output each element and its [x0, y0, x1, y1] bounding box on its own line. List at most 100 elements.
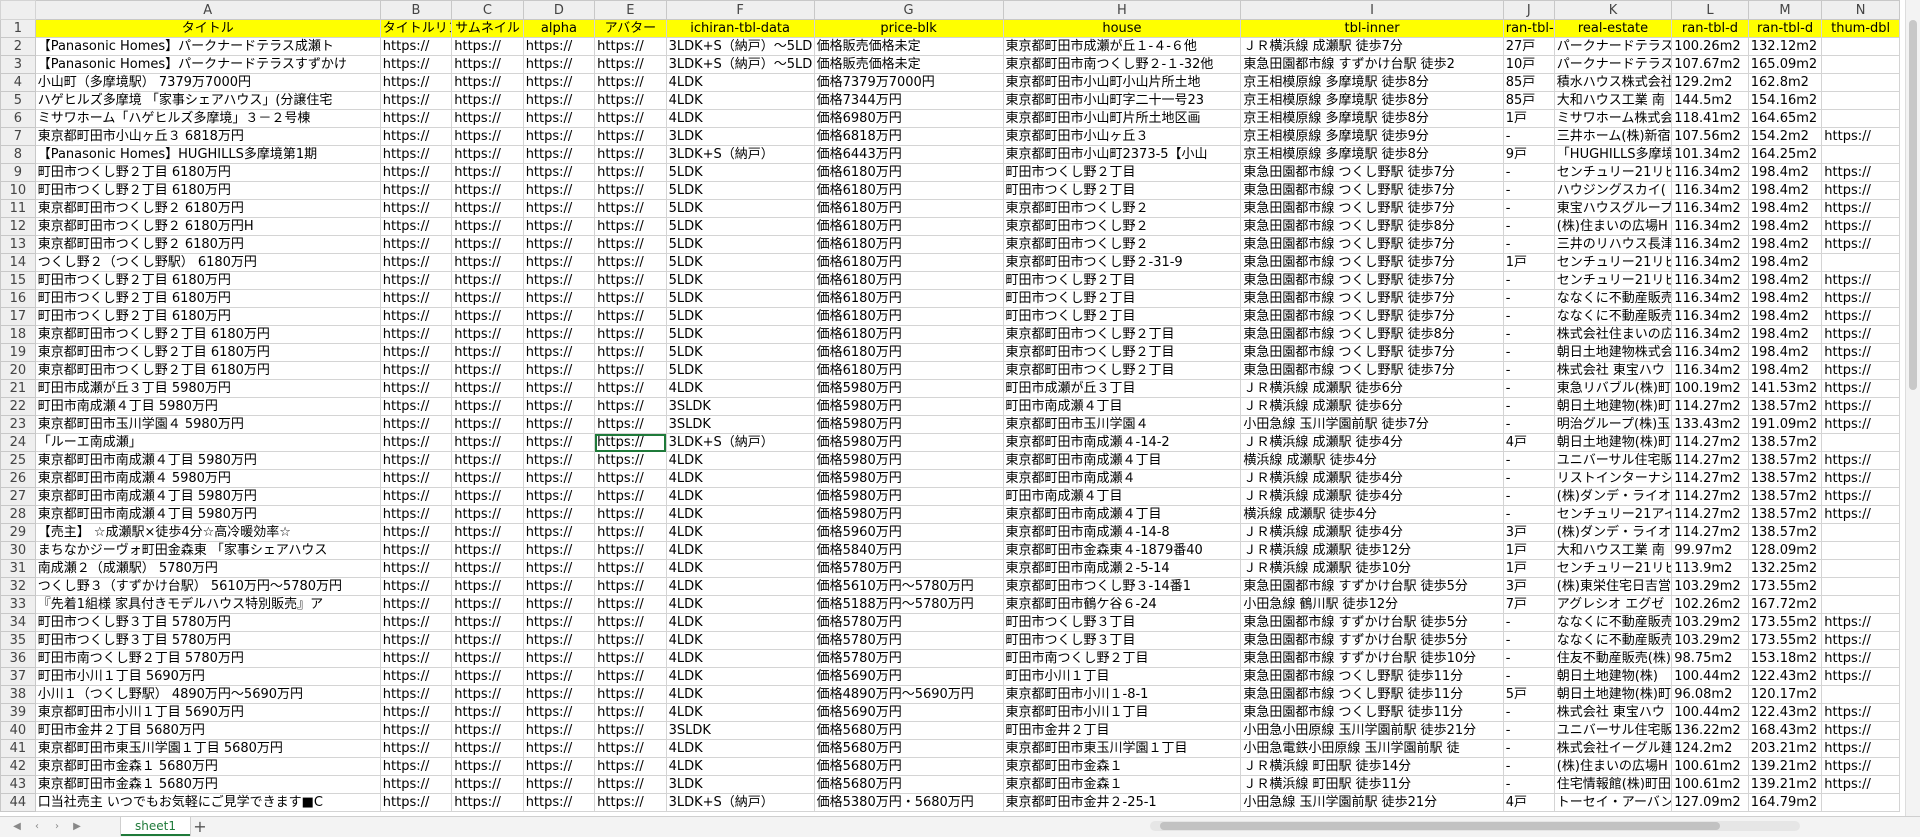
cell-g24[interactable]: 価格5980万円	[813, 433, 1004, 452]
cell-i33[interactable]: 小田急線 鶴川駅 徒歩12分	[1240, 595, 1504, 614]
cell-e15[interactable]: https://	[594, 271, 667, 290]
cell-i25[interactable]: 横浜線 成瀬駅 徒歩4分	[1240, 451, 1504, 470]
cell-a40[interactable]: 町田市金井２丁目 5680万円	[34, 721, 381, 740]
cell-b11[interactable]: https://	[379, 199, 453, 218]
cell-m7[interactable]: 154.2m2	[1747, 127, 1823, 146]
cell-e14[interactable]: https://	[594, 253, 667, 272]
cell-i41[interactable]: 小田急電鉄小田原線 玉川学園前駅 徒	[1240, 739, 1504, 758]
cell-f29[interactable]: 4LDK	[665, 523, 815, 542]
cell-a27[interactable]: 東京都町田市南成瀬４丁目 5980万円	[34, 487, 381, 506]
cell-m18[interactable]: 198.4m2	[1747, 325, 1823, 344]
cell-k31[interactable]: センチュリー21リビ	[1553, 559, 1673, 578]
cell-g40[interactable]: 価格5680万円	[813, 721, 1004, 740]
cell-j19[interactable]: -	[1502, 343, 1555, 362]
cell-n7[interactable]: https://	[1821, 127, 1900, 146]
cell-f24[interactable]: 3LDK+S（納戸）	[665, 433, 815, 452]
cell-c34[interactable]: https://	[451, 613, 524, 632]
cell-n38[interactable]	[1821, 685, 1900, 704]
cell-g14[interactable]: 価格6180万円	[813, 253, 1004, 272]
cell-e16[interactable]: https://	[594, 289, 667, 308]
cell-n40[interactable]: https://	[1821, 721, 1900, 740]
cell-e40[interactable]: https://	[594, 721, 667, 740]
cell-h25[interactable]: 東京都町田市南成瀬４丁目	[1002, 451, 1242, 470]
cell-d26[interactable]: https://	[522, 469, 596, 488]
cell-j27[interactable]: -	[1502, 487, 1555, 506]
cell-i3[interactable]: 東急田園都市線 すずかけ台駅 徒歩2	[1240, 55, 1504, 74]
cell-l12[interactable]: 116.34m2	[1671, 217, 1749, 236]
cell-h5[interactable]: 東京都町田市小山町字二十一号23	[1002, 91, 1242, 110]
cell-e42[interactable]: https://	[594, 757, 667, 776]
cell-k42[interactable]: (株)住まいの広場H	[1553, 757, 1673, 776]
cell-b20[interactable]: https://	[379, 361, 453, 380]
cell-l31[interactable]: 113.9m2	[1671, 559, 1749, 578]
cell-h8[interactable]: 東京都町田市小山町2373-5【小山	[1002, 145, 1242, 164]
cell-a41[interactable]: 東京都町田市東玉川学園１丁目 5680万円	[34, 739, 381, 758]
cell-m22[interactable]: 138.57m2	[1747, 397, 1823, 416]
cell-d41[interactable]: https://	[522, 739, 596, 758]
cell-j43[interactable]: -	[1502, 775, 1555, 794]
column-header-e[interactable]: E	[594, 0, 667, 20]
row-number[interactable]: 4	[0, 73, 36, 92]
vertical-scroll-thumb[interactable]	[1909, 20, 1917, 390]
cell-d17[interactable]: https://	[522, 307, 596, 326]
cell-l33[interactable]: 102.26m2	[1671, 595, 1749, 614]
cell-c12[interactable]: https://	[451, 217, 524, 236]
cell-e36[interactable]: https://	[594, 649, 667, 668]
cell-j3[interactable]: 10戸	[1502, 55, 1555, 74]
cell-f30[interactable]: 4LDK	[665, 541, 815, 560]
cell-a31[interactable]: 南成瀬２（成瀬駅） 5780万円	[34, 559, 381, 578]
row-number[interactable]: 11	[0, 199, 36, 218]
cell-e43[interactable]: https://	[594, 775, 667, 794]
cell-k44[interactable]: トーセイ・アーバン	[1553, 793, 1673, 812]
cell-b21[interactable]: https://	[379, 379, 453, 398]
cell-d20[interactable]: https://	[522, 361, 596, 380]
cell-f9[interactable]: 5LDK	[665, 163, 815, 182]
cell-i35[interactable]: 東急田園都市線 すずかけ台駅 徒歩5分	[1240, 631, 1504, 650]
cell-j14[interactable]: 1戸	[1502, 253, 1555, 272]
cell-b8[interactable]: https://	[379, 145, 453, 164]
cell-h13[interactable]: 東京都町田市つくし野２	[1002, 235, 1242, 254]
cell-i29[interactable]: ＪＲ横浜線 成瀬駅 徒歩4分	[1240, 523, 1504, 542]
cell-f15[interactable]: 5LDK	[665, 271, 815, 290]
cell-n34[interactable]: https://	[1821, 613, 1900, 632]
cell-i16[interactable]: 東急田園都市線 つくし野駅 徒歩7分	[1240, 289, 1504, 308]
cell-j32[interactable]: 3戸	[1502, 577, 1555, 596]
cell-h28[interactable]: 東京都町田市南成瀬４丁目	[1002, 505, 1242, 524]
cell-e4[interactable]: https://	[594, 73, 667, 92]
cell-j10[interactable]: -	[1502, 181, 1555, 200]
cell-k22[interactable]: 朝日土地建物(株)町	[1553, 397, 1673, 416]
cell-h19[interactable]: 東京都町田市つくし野２丁目	[1002, 343, 1242, 362]
cell-k20[interactable]: 株式会社 東宝ハウ	[1553, 361, 1673, 380]
cell-n29[interactable]	[1821, 523, 1900, 542]
cell-n8[interactable]	[1821, 145, 1900, 164]
cell-f37[interactable]: 4LDK	[665, 667, 815, 686]
cell-g32[interactable]: 価格5610万円～5780万円	[813, 577, 1004, 596]
cell-i13[interactable]: 東急田園都市線 つくし野駅 徒歩7分	[1240, 235, 1504, 254]
cell-b12[interactable]: https://	[379, 217, 453, 236]
cell-a6[interactable]: ミサワホーム「ハゲヒルズ多摩境」３－２号棟	[34, 109, 381, 128]
cell-g39[interactable]: 価格5690万円	[813, 703, 1004, 722]
cell-g26[interactable]: 価格5980万円	[813, 469, 1004, 488]
cell-f36[interactable]: 4LDK	[665, 649, 815, 668]
cell-g12[interactable]: 価格6180万円	[813, 217, 1004, 236]
cell-l34[interactable]: 103.29m2	[1671, 613, 1749, 632]
cell-b25[interactable]: https://	[379, 451, 453, 470]
cell-m15[interactable]: 198.4m2	[1747, 271, 1823, 290]
cell-n33[interactable]	[1821, 595, 1900, 614]
cell-h33[interactable]: 東京都町田市鶴ケ谷６-24	[1002, 595, 1242, 614]
cell-d38[interactable]: https://	[522, 685, 596, 704]
cell-b43[interactable]: https://	[379, 775, 453, 794]
cell-a37[interactable]: 町田市小川１丁目 5690万円	[34, 667, 381, 686]
cell-i18[interactable]: 東急田園都市線 つくし野駅 徒歩8分	[1240, 325, 1504, 344]
cell-n44[interactable]	[1821, 793, 1900, 812]
cell-n10[interactable]: https://	[1821, 181, 1900, 200]
cell-g4[interactable]: 価格7379万7000円	[813, 73, 1004, 92]
cell-k32[interactable]: (株)東栄住宅日吉営	[1553, 577, 1673, 596]
cell-e39[interactable]: https://	[594, 703, 667, 722]
cell-l3[interactable]: 107.67m2	[1671, 55, 1749, 74]
cell-f6[interactable]: 4LDK	[665, 109, 815, 128]
cell-c42[interactable]: https://	[451, 757, 524, 776]
cell-b28[interactable]: https://	[379, 505, 453, 524]
cell-a36[interactable]: 町田市南つくし野２丁目 5780万円	[34, 649, 381, 668]
first-sheet-arrow-icon[interactable]: ◀	[10, 820, 24, 834]
